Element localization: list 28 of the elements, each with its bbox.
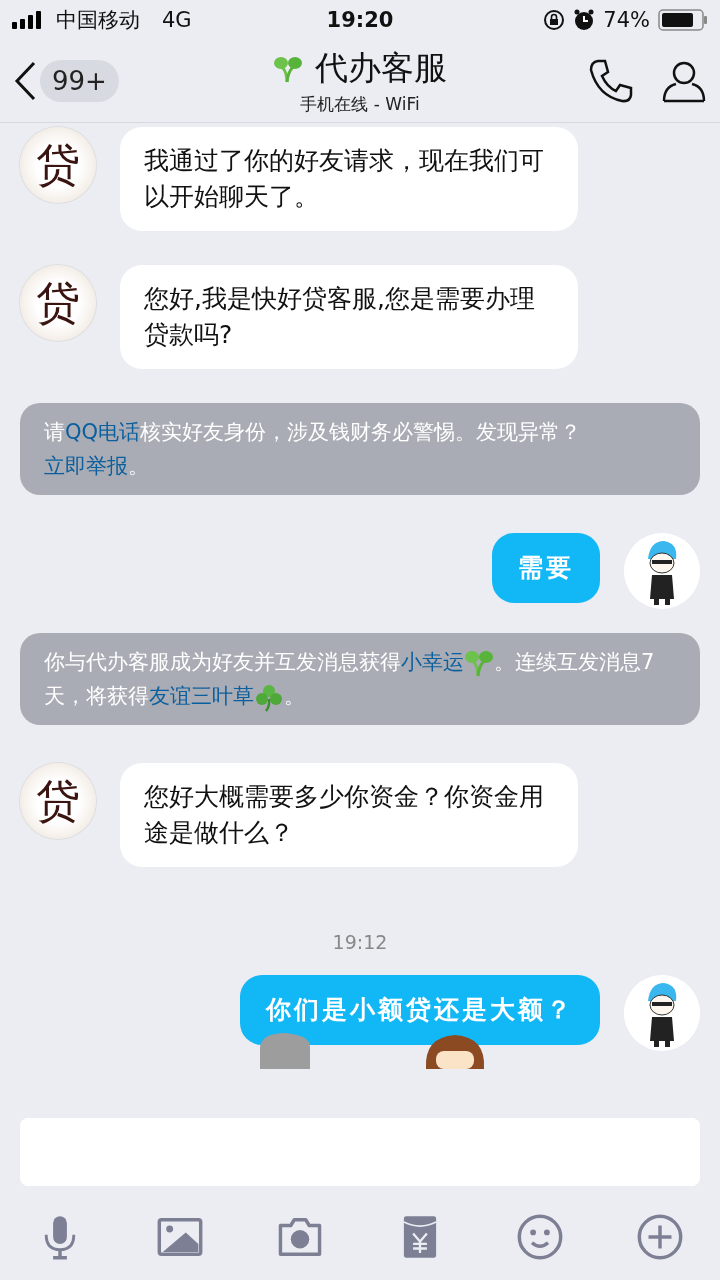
battery-icon (658, 9, 708, 31)
system-notice: 请QQ电话核实好友身份，涉及钱财务必警惕。发现异常？ 立即举报。 (20, 403, 700, 495)
chat-title: 代办客服 (315, 47, 447, 89)
clock: 19:20 (326, 8, 394, 32)
rotation-lock-icon (543, 9, 566, 31)
avatar[interactable]: 贷 (20, 127, 96, 203)
unread-badge[interactable]: 99+ (40, 60, 119, 102)
timestamp: 19:12 (332, 931, 388, 953)
profile-icon[interactable] (662, 59, 706, 103)
message-bubble: 您好大概需要多少你资金？你资金用途是做什么？ (120, 763, 578, 867)
message-bubble: 我通过了你的好友请求，现在我们可以开始聊天了。 (120, 127, 578, 231)
network-type: 4G (162, 8, 192, 32)
phone-icon[interactable] (588, 58, 634, 104)
alarm-icon (573, 9, 596, 31)
message-bubble: 您好,我是快好贷客服,您是需要办理贷款吗? (120, 265, 578, 369)
avatar[interactable]: 贷 (20, 763, 96, 839)
back-icon[interactable] (14, 61, 36, 101)
clover-icon (254, 682, 284, 712)
system-notice: 你与代办客服成为好友并互发消息获得小幸运 。连续互发消息7天，将获得友谊三叶草 。 (20, 633, 700, 725)
online-status: 手机在线 - WiFi (300, 93, 420, 116)
add-icon[interactable] (637, 1214, 683, 1260)
emoji-icon[interactable] (517, 1214, 563, 1260)
avatar[interactable]: 贷 (20, 265, 96, 341)
sprout-icon (464, 648, 494, 678)
message-bubble: 你们是小额贷还是大额？ (240, 975, 600, 1045)
message-bubble: 需要 (492, 533, 600, 603)
carrier-name: 中国移动 (56, 7, 140, 34)
battery-percent: 74% (603, 8, 650, 32)
